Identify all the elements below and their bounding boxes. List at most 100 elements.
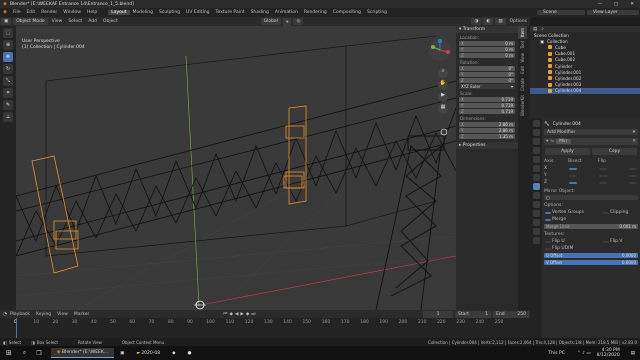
menu-render[interactable]: Render — [38, 10, 60, 15]
flip-x-checkbox[interactable] — [629, 167, 637, 170]
vertex-groups-checkbox[interactable] — [545, 211, 551, 214]
mode-selector[interactable]: Object Mode — [13, 18, 48, 25]
ortho-toggle-icon[interactable]: ▦ — [438, 104, 448, 114]
sidebar-tab-blenderkit[interactable]: BlenderKit — [518, 93, 527, 118]
axis-z-checkbox[interactable] — [569, 181, 577, 184]
particles-tab-icon[interactable] — [532, 192, 540, 199]
constraints-tab-icon[interactable] — [532, 210, 540, 217]
xray-button[interactable]: ▨ — [495, 18, 506, 25]
blender-menu-icon[interactable]: ◉ — [0, 10, 10, 15]
render-tab-icon[interactable] — [532, 129, 540, 136]
flip-y-checkbox[interactable] — [629, 174, 637, 177]
tab-animation[interactable]: Animation — [272, 10, 301, 15]
notification-icon[interactable]: ▤ — [626, 351, 640, 356]
current-frame-field[interactable]: 1 — [423, 310, 453, 318]
taskbar-blender[interactable]: ◉ Blender* [E:\WEEK... — [50, 348, 115, 358]
location-x-field[interactable]: X0 m — [459, 41, 515, 46]
world-tab-icon[interactable] — [532, 165, 540, 172]
transform-tool-icon[interactable]: ⌗ — [3, 88, 13, 98]
apply-button[interactable]: Apply — [545, 148, 590, 155]
taskbar-app-icon[interactable]: ◆ — [166, 351, 181, 356]
view-layer-tab-icon[interactable] — [532, 147, 540, 154]
modifier-name-field[interactable]: Mirr — [556, 139, 571, 144]
menu-playback[interactable]: Playback — [7, 312, 33, 317]
tool-tab-icon[interactable] — [532, 120, 540, 127]
start-frame-field[interactable]: Start 1 — [455, 310, 491, 318]
scene-tab-icon[interactable] — [532, 156, 540, 163]
menu-timeline-view[interactable]: View — [54, 312, 71, 317]
scene-selector[interactable]: Scene — [537, 10, 585, 15]
dimensions-y-field[interactable]: Y 2.86 m — [459, 128, 515, 133]
tab-shading[interactable]: Shading — [248, 10, 272, 15]
rotation-mode-select[interactable]: XYZ Euler ▾ — [459, 84, 515, 89]
tab-compositing[interactable]: Compositing — [330, 10, 364, 15]
sidebar-tab-item[interactable]: Item — [518, 26, 527, 40]
u-offset-field[interactable]: U Offset 0.0000 — [544, 253, 638, 258]
taskbar-app-icon[interactable]: ● — [182, 351, 198, 356]
scale-x-field[interactable]: X 0.719 — [459, 97, 515, 102]
menu-window[interactable]: Window — [60, 10, 84, 15]
add-modifier-button[interactable]: Add Modifier ▾ — [544, 129, 638, 135]
annotate-tool-icon[interactable]: ✎ — [3, 100, 13, 110]
sidebar-tab-edit[interactable]: Edit — [518, 64, 527, 76]
cursor-tool-icon[interactable]: ⊕ — [3, 40, 13, 50]
tab-modeling[interactable]: Modeling — [130, 10, 156, 15]
outliner-search-icon[interactable]: ⌕ — [541, 26, 544, 32]
outliner-item-selected[interactable]: Cylinder.004 — [530, 87, 640, 94]
modifier-tab-icon[interactable] — [532, 183, 540, 190]
this-pc-label[interactable]: This PC — [542, 351, 570, 356]
flip-z-checkbox[interactable] — [629, 181, 637, 184]
menu-select[interactable]: Select — [65, 19, 85, 24]
task-view-icon[interactable]: ❐ — [31, 350, 46, 357]
view-layer-selector[interactable]: View Layer — [587, 10, 639, 15]
rotation-z-field[interactable]: Z 0° — [459, 78, 515, 83]
orientation-selector[interactable]: Global — [260, 18, 281, 25]
v-offset-field[interactable]: V Offset 0.0000 — [544, 260, 638, 265]
bisect-y-checkbox[interactable] — [599, 174, 607, 177]
rotation-x-field[interactable]: X 0° — [459, 66, 515, 71]
clock[interactable]: 4:30 PM 8/12/2020 — [597, 348, 626, 358]
copy-button[interactable]: Copy — [592, 148, 637, 155]
taskbar-search-icon[interactable]: ⌕ — [18, 349, 31, 357]
camera-view-icon[interactable]: ▶ — [438, 92, 448, 102]
rotate-tool-icon[interactable]: ↻ — [3, 64, 13, 74]
menu-file[interactable]: File — [10, 10, 24, 15]
tab-uv-editing[interactable]: UV Editing — [183, 10, 212, 15]
maximize-icon[interactable]: □ — [608, 2, 624, 7]
timeline-ruler[interactable]: 0102030405060708090100110120130140150160… — [0, 318, 530, 338]
sidebar-tab-tool[interactable]: Tool — [518, 39, 527, 51]
viewport-shading-button[interactable]: ◑ — [471, 18, 482, 25]
pan-view-icon[interactable]: ✋ — [438, 80, 448, 90]
clipping-checkbox[interactable] — [603, 211, 609, 214]
dimensions-x-field[interactable]: X 2.86 m — [459, 122, 515, 127]
scale-y-field[interactable]: Y 0.719 — [459, 103, 515, 108]
dimensions-z-field[interactable]: Z 1.35 m — [459, 134, 515, 139]
close-icon[interactable]: ✕ — [624, 2, 640, 7]
menu-help[interactable]: Help — [84, 10, 100, 15]
scale-z-field[interactable]: Z 0.719 — [459, 109, 515, 114]
editor-type-button[interactable]: ▣ — [1, 18, 12, 25]
texture-tab-icon[interactable] — [532, 237, 540, 244]
minimize-icon[interactable]: — — [591, 2, 608, 7]
data-tab-icon[interactable] — [532, 219, 540, 226]
zoom-view-icon[interactable]: ⌕ — [438, 68, 448, 78]
overlay-button[interactable]: ◐ — [483, 18, 494, 25]
tab-rendering[interactable]: Rendering — [301, 10, 330, 15]
sidebar-tab-create[interactable]: Create — [518, 76, 527, 93]
tray-icons[interactable]: ⌃ ♪ ▭ — [571, 351, 597, 356]
jump-end-icon[interactable]: ⏭ — [250, 311, 256, 317]
axis-y-checkbox[interactable] — [569, 174, 577, 177]
modifier-close-icon[interactable]: ✕ — [632, 139, 636, 144]
select-tool-icon[interactable]: ⬚ — [3, 28, 13, 38]
material-tab-icon[interactable] — [532, 228, 540, 235]
menu-object[interactable]: Object — [100, 19, 121, 24]
proportional-edit-button[interactable]: ◎ — [293, 18, 304, 25]
tab-texture-paint[interactable]: Texture Paint — [213, 10, 248, 15]
menu-edit[interactable]: Edit — [23, 10, 38, 15]
move-tool-icon[interactable]: ✥ — [3, 52, 13, 62]
measure-tool-icon[interactable]: ⟂ — [3, 112, 13, 122]
merge-checkbox[interactable] — [545, 218, 551, 221]
rotation-y-field[interactable]: Y 0° — [459, 72, 515, 77]
playhead[interactable] — [16, 318, 17, 338]
menu-marker[interactable]: Marker — [71, 312, 93, 317]
